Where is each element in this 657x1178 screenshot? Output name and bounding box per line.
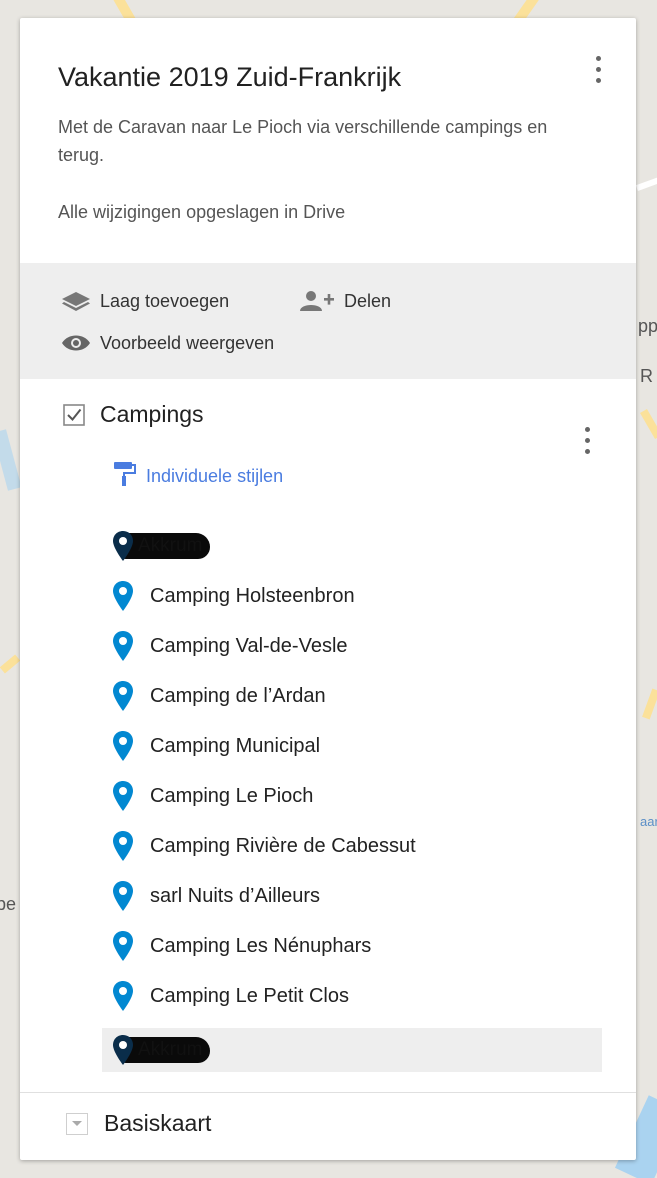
eye-icon	[60, 331, 92, 355]
map-pin-icon	[112, 880, 142, 912]
list-item-label: Camping Val-de-Vesle	[150, 634, 348, 657]
add-layer-button[interactable]: Laag toevoegen	[60, 289, 229, 313]
list-item-label: Camping de l’Ardan	[150, 684, 326, 707]
individual-styles-link[interactable]: Individuele stijlen	[112, 460, 283, 493]
map-title[interactable]: Vakantie 2019 Zuid-Frankrijk	[58, 62, 401, 93]
list-item[interactable]: Camping Le Pioch	[102, 774, 602, 818]
list-item-label: Camping Les Nénuphars	[150, 934, 372, 957]
list-item[interactable]: Camping Rivière de Cabessut	[102, 824, 602, 868]
list-item[interactable]: Camping Val-de-Vesle	[102, 624, 602, 668]
list-item[interactable]: Camping Le Petit Clos	[102, 974, 602, 1018]
chevron-down-icon	[66, 1112, 88, 1135]
map-label: pe	[0, 894, 17, 914]
preview-label: Voorbeeld weergeven	[100, 332, 275, 353]
map-pin-icon	[112, 580, 142, 612]
save-status: Alle wijzigingen opgeslagen in Drive	[58, 202, 346, 222]
list-item[interactable]: Camping Municipal	[102, 724, 602, 768]
share-button[interactable]: Delen	[296, 289, 391, 313]
map-water	[0, 429, 22, 491]
more-vert-icon[interactable]	[586, 54, 610, 88]
list-item[interactable]: sarl Nuits d’Ailleurs	[102, 874, 602, 918]
map-pin-icon	[112, 830, 142, 862]
map-label: pp	[638, 316, 657, 336]
map-pin-icon	[112, 630, 142, 662]
list-item[interactable]: Camping Les Nénuphars	[102, 924, 602, 968]
individual-styles-label: Individuele stijlen	[146, 466, 284, 486]
paint-roller-icon	[112, 460, 138, 493]
map-road	[0, 654, 21, 674]
map-pin-icon	[112, 680, 142, 712]
list-item[interactable]: Camping Holsteenbron	[102, 574, 602, 618]
list-item-label: Camping Municipal	[150, 734, 321, 757]
list-item-label: sarl Nuits d’Ailleurs	[150, 884, 321, 907]
map-description[interactable]: Met de Caravan naar Le Pioch via verschi…	[58, 113, 578, 169]
basemap-toggle[interactable]: Basiskaart	[66, 1110, 211, 1137]
map-pin-icon	[112, 1034, 142, 1066]
map-label: R	[640, 366, 653, 386]
preview-button[interactable]: Voorbeeld weergeven	[60, 331, 274, 355]
map-pin-icon	[112, 980, 142, 1012]
list-item[interactable]: Akkrum	[102, 524, 602, 568]
map-pin-icon	[112, 930, 142, 962]
list-item-label: Camping Le Pioch	[150, 784, 314, 807]
list-item-label: Camping Le Petit Clos	[150, 984, 349, 1007]
map-road	[635, 175, 657, 191]
list-item[interactable]: Akkrum	[102, 1028, 602, 1072]
map-road	[640, 409, 657, 439]
panel-toolbar: Laag toevoegen Delen Voorbeeld weergeven	[20, 263, 636, 379]
panel-header: Vakantie 2019 Zuid-Frankrijk Met de Cara…	[20, 18, 636, 263]
basemap-label: Basiskaart	[104, 1110, 212, 1136]
list-item[interactable]: Camping de l’Ardan	[102, 674, 602, 718]
more-vert-icon[interactable]	[575, 425, 599, 459]
add-layer-label: Laag toevoegen	[100, 290, 230, 311]
map-road	[642, 688, 657, 720]
add-person-icon	[296, 289, 336, 313]
layer-header: Campings	[62, 401, 204, 428]
map-pin-icon	[112, 780, 142, 812]
layer-title[interactable]: Campings	[100, 401, 204, 428]
map-legend-panel: Vakantie 2019 Zuid-Frankrijk Met de Cara…	[20, 18, 636, 1160]
map-pin-icon	[112, 530, 142, 562]
layers-icon	[60, 289, 92, 313]
share-label: Delen	[344, 290, 392, 311]
map-pin-icon	[112, 730, 142, 762]
list-item-label: Camping Holsteenbron	[150, 584, 355, 607]
layer-visibility-checkbox[interactable]	[62, 403, 86, 427]
divider	[20, 1092, 636, 1093]
map-label: aar	[640, 814, 657, 829]
list-item-label: Camping Rivière de Cabessut	[150, 834, 416, 857]
